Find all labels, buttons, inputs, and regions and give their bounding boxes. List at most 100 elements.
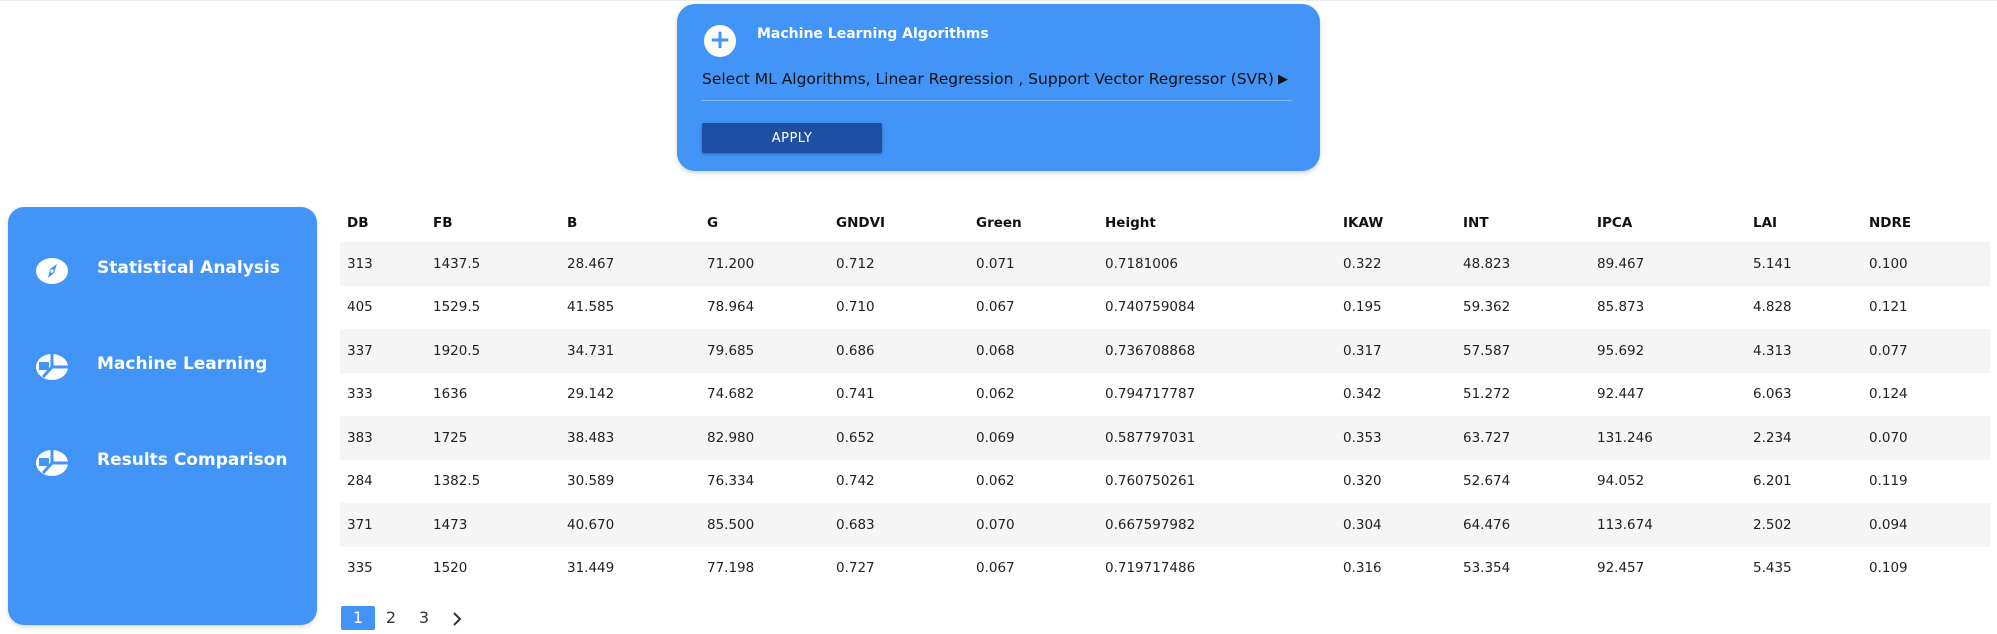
- sidebar-item-label: Results Comparison: [97, 450, 288, 470]
- data-table: DB FB B G GNDVI Green Height IKAW INT IP…: [340, 203, 1990, 590]
- table-cell: 5.435: [1753, 560, 1792, 577]
- chevron-right-icon[interactable]: [440, 606, 474, 630]
- page-3-button[interactable]: 3: [407, 606, 441, 630]
- page-1-button[interactable]: 1: [341, 606, 375, 630]
- column-header[interactable]: IPCA: [1590, 203, 1746, 242]
- dropdown-arrow-icon[interactable]: ▶: [1278, 72, 1288, 87]
- sidebar-item-machine-learning[interactable]: Machine Learning: [35, 351, 305, 387]
- table-cell: 0.109: [1869, 560, 1908, 577]
- table-cell: 383: [347, 429, 373, 446]
- table-cell: 371: [347, 516, 373, 533]
- table-cell: 1437.5: [433, 255, 481, 272]
- column-header[interactable]: Green: [969, 203, 1098, 242]
- table-cell: 0.710: [836, 299, 875, 316]
- column-header[interactable]: GNDVI: [829, 203, 969, 242]
- table-cell: 59.362: [1463, 299, 1511, 316]
- table-cell: 78.964: [707, 299, 755, 316]
- table-cell: 94.052: [1597, 473, 1645, 490]
- table-cell: 51.272: [1463, 386, 1511, 403]
- table-cell: 0.587797031: [1105, 429, 1196, 446]
- table-cell: 2.502: [1753, 516, 1792, 533]
- table-cell: 38.483: [567, 429, 615, 446]
- table-row: 405 1529.5 41.585 78.964 0.710 0.067 0.7407590…: [340, 286, 1990, 330]
- sidebar-item-results-comparison[interactable]: Results Comparison: [35, 447, 305, 483]
- table-cell: 92.457: [1597, 560, 1645, 577]
- table-row: 383 1725 38.483 82.980 0.652 0.069 0.587797031…: [340, 416, 1990, 460]
- table-cell: 0.094: [1869, 516, 1908, 533]
- table-cell: 0.062: [976, 386, 1015, 403]
- table-cell: 0.794717787: [1105, 386, 1196, 403]
- table-cell: 0.070: [1869, 429, 1908, 446]
- table-cell: 34.731: [567, 342, 615, 359]
- table-cell: 333: [347, 386, 373, 403]
- page-2-button[interactable]: 2: [374, 606, 408, 630]
- table-cell: 82.980: [707, 429, 755, 446]
- table-row: 333 1636 29.142 74.682 0.741 0.062 0.794717787…: [340, 373, 1990, 417]
- column-header[interactable]: FB: [426, 203, 560, 242]
- column-header[interactable]: NDRE: [1862, 203, 1990, 242]
- table-cell: 53.354: [1463, 560, 1511, 577]
- column-header[interactable]: LAI: [1746, 203, 1862, 242]
- table-cell: 1920.5: [433, 342, 481, 359]
- table-cell: 6.063: [1753, 386, 1792, 403]
- table-body: 313 1437.5 28.467 71.200 0.712 0.071 0.7181006…: [340, 242, 1990, 590]
- table-cell: 41.585: [567, 299, 615, 316]
- table-row: 337 1920.5 34.731 79.685 0.686 0.068 0.7367088…: [340, 329, 1990, 373]
- table-cell: 0.121: [1869, 299, 1908, 316]
- table-cell: 1382.5: [433, 473, 481, 490]
- table-cell: 6.201: [1753, 473, 1792, 490]
- table-cell: 0.069: [976, 429, 1015, 446]
- table-cell: 405: [347, 299, 373, 316]
- table-cell: 0.686: [836, 342, 875, 359]
- table-cell: 1473: [433, 516, 468, 533]
- table-cell: 0.067: [976, 560, 1015, 577]
- ml-algorithms-panel: + Machine Learning Algorithms Select ML …: [677, 4, 1320, 171]
- table-cell: 0.7181006: [1105, 255, 1179, 272]
- column-header[interactable]: G: [700, 203, 829, 242]
- table-cell: 0.077: [1869, 342, 1908, 359]
- column-header[interactable]: IKAW: [1336, 203, 1456, 242]
- table-cell: 40.670: [567, 516, 615, 533]
- table-cell: 0.760750261: [1105, 473, 1196, 490]
- sidebar: Statistical Analysis Machine Learning Re…: [8, 207, 317, 625]
- ml-panel-title: Machine Learning Algorithms: [757, 26, 989, 42]
- table-cell: 1725: [433, 429, 468, 446]
- ml-algorithm-select-value: Select ML Algorithms, Linear Regression …: [702, 70, 1274, 88]
- table-cell: 95.692: [1597, 342, 1645, 359]
- table-row: 335 1520 31.449 77.198 0.727 0.067 0.719717486…: [340, 547, 1990, 591]
- sidebar-item-statistical-analysis[interactable]: Statistical Analysis: [35, 255, 305, 291]
- table-cell: 0.742: [836, 473, 875, 490]
- plus-circle-icon[interactable]: +: [704, 25, 736, 57]
- table-row: 313 1437.5 28.467 71.200 0.712 0.071 0.7181006…: [340, 242, 1990, 286]
- table-cell: 1520: [433, 560, 468, 577]
- table-cell: 0.719717486: [1105, 560, 1196, 577]
- table-cell: 0.727: [836, 560, 875, 577]
- table-cell: 0.124: [1869, 386, 1908, 403]
- table-cell: 284: [347, 473, 373, 490]
- table-cell: 5.141: [1753, 255, 1792, 272]
- column-header[interactable]: DB: [340, 203, 426, 242]
- table-cell: 89.467: [1597, 255, 1645, 272]
- table-cell: 0.304: [1343, 516, 1382, 533]
- ml-algorithm-select[interactable]: Select ML Algorithms, Linear Regression …: [702, 70, 1292, 101]
- table-cell: 0.741: [836, 386, 875, 403]
- table-cell: 63.727: [1463, 429, 1511, 446]
- table-cell: 48.823: [1463, 255, 1511, 272]
- pie-chart-icon: [36, 354, 68, 380]
- column-header[interactable]: Height: [1098, 203, 1336, 242]
- apply-button[interactable]: APPLY: [702, 123, 882, 153]
- table-header-row: DB FB B G GNDVI Green Height IKAW INT IP…: [340, 203, 1990, 242]
- table-cell: 29.142: [567, 386, 615, 403]
- pie-chart-icon: [36, 450, 68, 476]
- column-header[interactable]: INT: [1456, 203, 1590, 242]
- table-cell: 0.317: [1343, 342, 1382, 359]
- table-cell: 0.067: [976, 299, 1015, 316]
- compass-icon: [36, 258, 68, 284]
- table-cell: 0.342: [1343, 386, 1382, 403]
- table-cell: 77.198: [707, 560, 755, 577]
- table-cell: 0.068: [976, 342, 1015, 359]
- table-cell: 131.246: [1597, 429, 1653, 446]
- table-cell: 74.682: [707, 386, 755, 403]
- table-cell: 0.316: [1343, 560, 1382, 577]
- column-header[interactable]: B: [560, 203, 700, 242]
